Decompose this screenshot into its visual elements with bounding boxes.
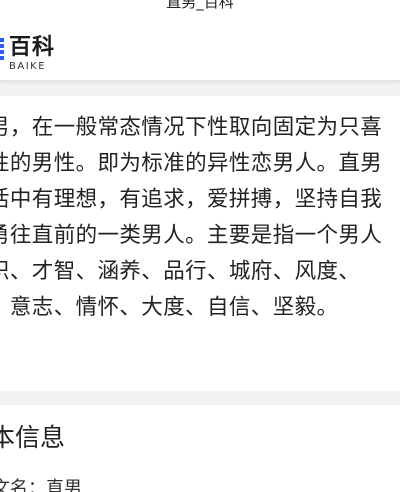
site-header: 百科 BAIKE (0, 18, 400, 81)
paragraph-line: 勇往直前的一类男人。主要是指一个男人 (0, 223, 383, 248)
paragraph-line: 男，在一般常态情况下性取向固定为只喜 (0, 115, 383, 140)
article-paragraph: 男，在一般常态情况下性取向固定为只喜 性的男性。即为标准的异性恋男人。直男 活中… (0, 110, 400, 326)
paragraph-line: 、意志、情怀、大度、自信、坚毅。 (0, 295, 339, 320)
article-card: 男，在一般常态情况下性取向固定为只喜 性的男性。即为标准的异性恋男人。直男 活中… (0, 96, 400, 391)
section-title: 本信息 (0, 423, 66, 452)
basic-info-section: 本信息 文名：直男 (0, 405, 400, 492)
page: 直男_百科 百科 BAIKE 男，在一般常态情况下性取向固定为只喜 性的男性。即… (0, 0, 400, 492)
paragraph-line: 性的男性。即为标准的异性恋男人。直男 (0, 151, 383, 176)
paragraph-line: 活中有理想，有追求，爱拼搏，坚持自我 (0, 187, 383, 212)
info-row: 文名：直男 (0, 478, 82, 492)
page-title: 直男_百科 (166, 0, 234, 11)
logo-text-en: BAIKE (9, 61, 47, 72)
browser-title-bar: 直男_百科 (0, 0, 400, 18)
book-icon (0, 38, 6, 60)
paragraph-line: 识、才智、涵养、品行、城府、风度、 (0, 259, 361, 284)
logo-text-cn: 百科 (9, 35, 56, 60)
